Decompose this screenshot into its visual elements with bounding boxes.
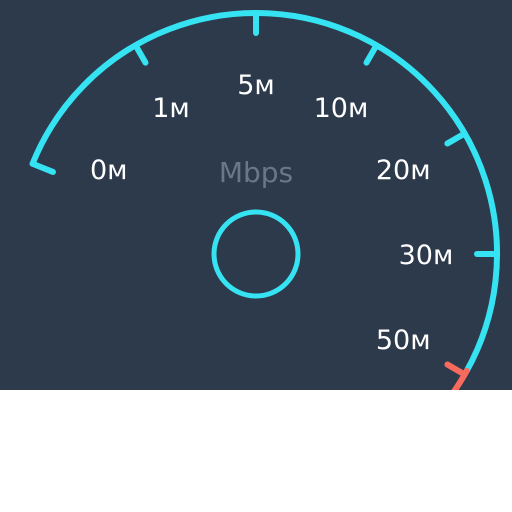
speedometer-panel: 0м1м5м10м20м30м50м75м100м Mbps (0, 0, 512, 390)
gauge-tick-label: 10м (314, 93, 369, 124)
gauge-tick-label: 1м (152, 93, 190, 124)
gauge-tick-label: 0м (90, 155, 128, 186)
gauge-tick-label: 50м (376, 325, 431, 356)
bottom-area (0, 390, 512, 512)
speedometer-gauge: 0м1м5м10м20м30м50м75м100м Mbps (0, 0, 512, 390)
gauge-tick-label: 5м (237, 70, 275, 101)
gauge-tick-label: 30м (399, 240, 454, 271)
gauge-tick-label: 20м (376, 155, 431, 186)
unit-label: Mbps (219, 156, 293, 189)
gauge-background (0, 0, 512, 390)
